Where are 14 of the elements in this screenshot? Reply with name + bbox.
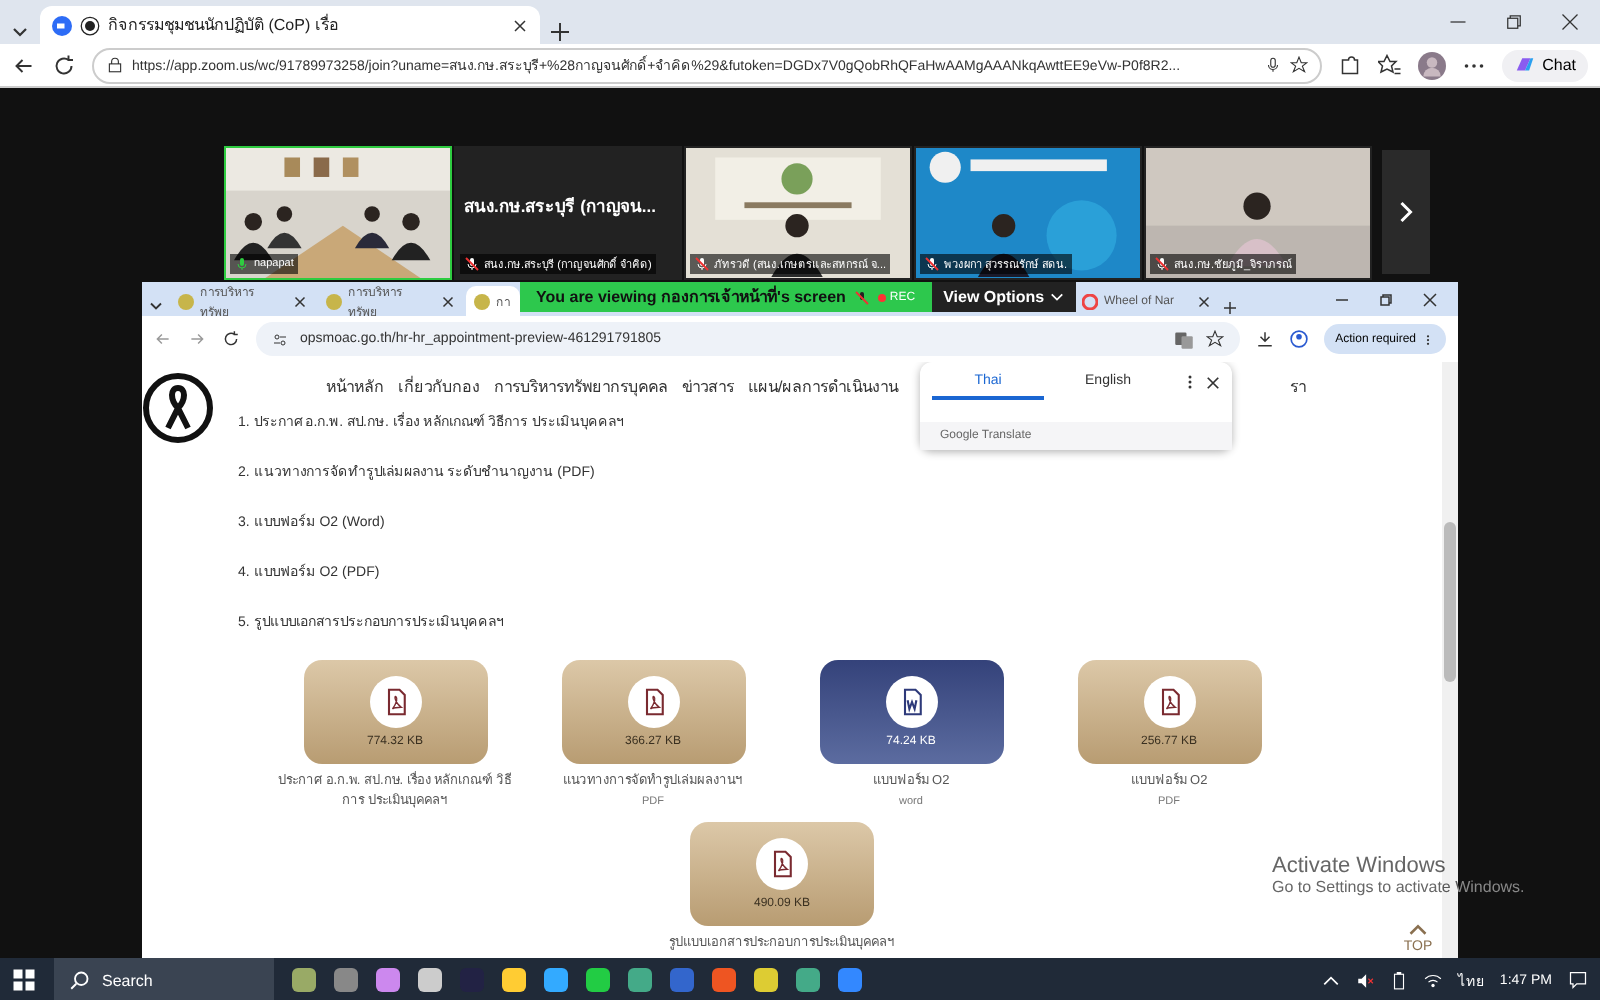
view-options-button[interactable]: View Options [931,282,1077,312]
participant-title: สนง.กษ.สระบุรี (กาญจน... [464,193,658,219]
search-field[interactable]: Search [54,958,274,1000]
nav-link[interactable]: การบริหารทรัพยากรบุคคล [494,373,668,399]
activation-title: Activate Windows [1272,854,1448,878]
nav-link[interactable]: แผน/ผลการดำเนินงาน [748,373,899,399]
chat-button[interactable]: Chat [1502,49,1588,81]
nav-link[interactable]: หน้าหลัก [326,373,384,399]
tab-title: กิจกรรมชุมชนนักปฏิบัติ (CoP) เรื่อ [108,12,339,38]
nav-link[interactable]: ข่าวสาร [682,373,734,399]
viewing-text: You are viewing กองการเจ้าหน้าที่'s screen [536,284,846,310]
browser-tab[interactable]: กิจกรรมชุมชนนักปฏิบัติ (CoP) เรื่อ [40,6,540,44]
nav-link[interactable]: รา [1290,373,1306,399]
nav-link[interactable]: เกี่ยวกับกอง [398,373,480,399]
